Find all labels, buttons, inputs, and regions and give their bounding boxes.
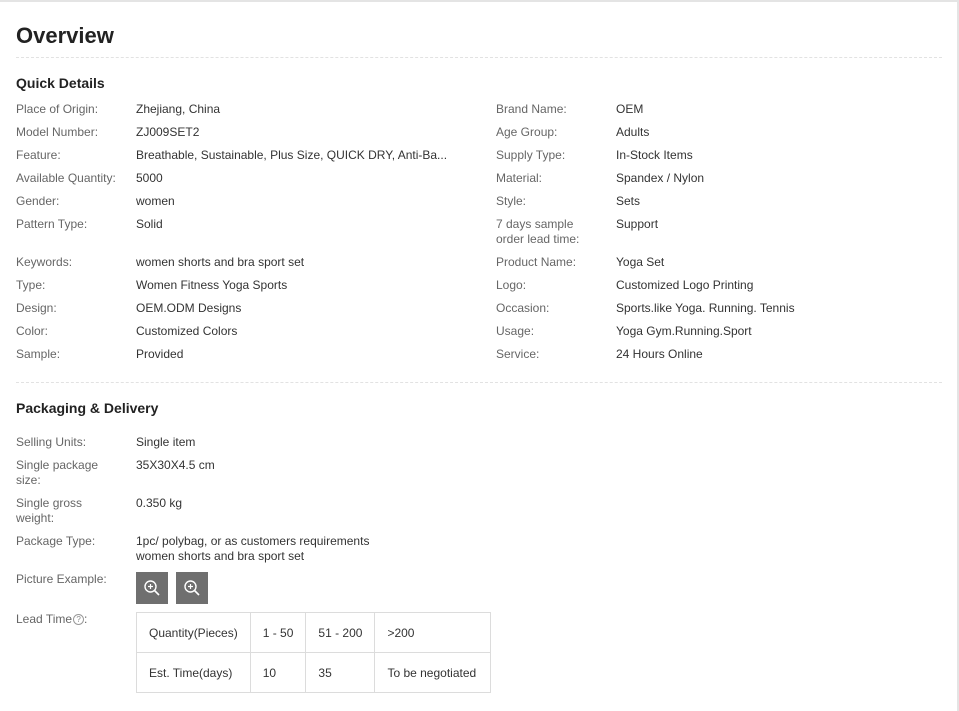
- attr-value: women: [136, 194, 175, 208]
- quick-details-title: Quick Details: [16, 75, 105, 91]
- zoom-in-icon: [184, 580, 200, 596]
- attr-label: Product Name:: [496, 255, 577, 269]
- attr-label: Single gross weight:: [16, 496, 83, 525]
- attr-value: Sets: [616, 194, 641, 208]
- attr-value: Customized Colors: [136, 324, 238, 338]
- attr-value: Yoga Set: [616, 255, 665, 269]
- attr-value: Sports.like Yoga. Running. Tennis: [616, 301, 795, 315]
- picture-zoom-button[interactable]: [136, 572, 168, 604]
- attr-value: Solid: [136, 217, 163, 231]
- packaging-delivery-title: Packaging & Delivery: [16, 400, 159, 416]
- attr-label: Lead Time?:: [16, 612, 88, 626]
- attr-label: Age Group:: [496, 125, 558, 139]
- attr-value[interactable]: Breathable, Sustainable, Plus Size, QUIC…: [136, 148, 456, 163]
- attr-label: Service:: [496, 347, 540, 361]
- attr-label: Supply Type:: [496, 148, 566, 162]
- attr-value: Yoga Gym.Running.Sport: [616, 324, 752, 338]
- attr-value: 35X30X4.5 cm: [136, 458, 215, 472]
- attr-label: Material:: [496, 171, 543, 185]
- attr-label: Design:: [16, 301, 57, 315]
- attr-label: Place of Origin:: [16, 102, 99, 116]
- divider: [16, 57, 942, 58]
- attr-label: Occasion:: [496, 301, 550, 315]
- attr-value: 1pc/ polybag, or as customers requiremen…: [136, 534, 370, 563]
- attr-label: Color:: [16, 324, 49, 338]
- attr-value: 24 Hours Online: [616, 347, 703, 361]
- table-row: Est. Time(days) 10 35 To be negotiated: [136, 652, 492, 693]
- attr-label: Sample:: [16, 347, 61, 361]
- attr-label: 7 days sample order lead time:: [496, 217, 580, 246]
- attr-label: Brand Name:: [496, 102, 567, 116]
- table-cell: Est. Time(days): [136, 652, 251, 693]
- attr-label: Available Quantity:: [16, 171, 116, 185]
- attr-label: Type:: [16, 278, 46, 292]
- attr-label: Package Type:: [16, 534, 96, 548]
- attr-value: OEM: [616, 102, 644, 116]
- table-cell: Quantity(Pieces): [136, 612, 251, 653]
- divider: [16, 382, 942, 383]
- attr-label: Style:: [496, 194, 527, 208]
- table-cell: To be negotiated: [374, 652, 492, 693]
- attr-value: 5000: [136, 171, 163, 185]
- zoom-in-icon: [144, 580, 160, 596]
- lead-time-label: Lead Time: [16, 612, 73, 626]
- attr-value: Support: [616, 217, 659, 231]
- attr-label: Feature:: [16, 148, 61, 162]
- overview-panel: Overview Quick Details Place of Origin: …: [0, 0, 959, 711]
- attr-value: Single item: [136, 435, 196, 449]
- attr-label: Picture Example:: [16, 572, 107, 586]
- attr-value: 0.350 kg: [136, 496, 183, 510]
- attr-value: Spandex / Nylon: [616, 171, 705, 185]
- lead-time-table: Quantity(Pieces) 1 - 50 51 - 200 >200 Es…: [136, 612, 492, 693]
- picture-zoom-button[interactable]: [176, 572, 208, 604]
- table-cell: 51 - 200: [305, 612, 376, 653]
- attr-label: Usage:: [496, 324, 535, 338]
- table-cell: 10: [249, 652, 307, 693]
- attr-value: Adults: [616, 125, 650, 139]
- attr-value: Women Fitness Yoga Sports: [136, 278, 288, 292]
- table-cell: 1 - 50: [249, 612, 307, 653]
- attr-label: Pattern Type:: [16, 217, 88, 231]
- attr-label: Model Number:: [16, 125, 99, 139]
- table-cell: >200: [374, 612, 492, 653]
- attr-value: In-Stock Items: [616, 148, 693, 162]
- attr-value: Zhejiang, China: [136, 102, 221, 116]
- table-row: Quantity(Pieces) 1 - 50 51 - 200 >200: [136, 612, 492, 653]
- attr-value: OEM.ODM Designs: [136, 301, 242, 315]
- attr-label: Logo:: [496, 278, 527, 292]
- table-cell: 35: [305, 652, 376, 693]
- attr-value: women shorts and bra sport set: [136, 255, 305, 269]
- page-title: Overview: [16, 23, 114, 48]
- attr-label: Gender:: [16, 194, 60, 208]
- attr-value: Provided: [136, 347, 184, 361]
- attr-label: Single package size:: [16, 458, 99, 487]
- attr-label: Selling Units:: [16, 435, 87, 449]
- attr-value: Customized Logo Printing: [616, 278, 754, 292]
- question-circle-icon[interactable]: ?: [73, 614, 85, 626]
- attr-label: Keywords:: [16, 255, 73, 269]
- attr-value: ZJ009SET2: [136, 125, 200, 139]
